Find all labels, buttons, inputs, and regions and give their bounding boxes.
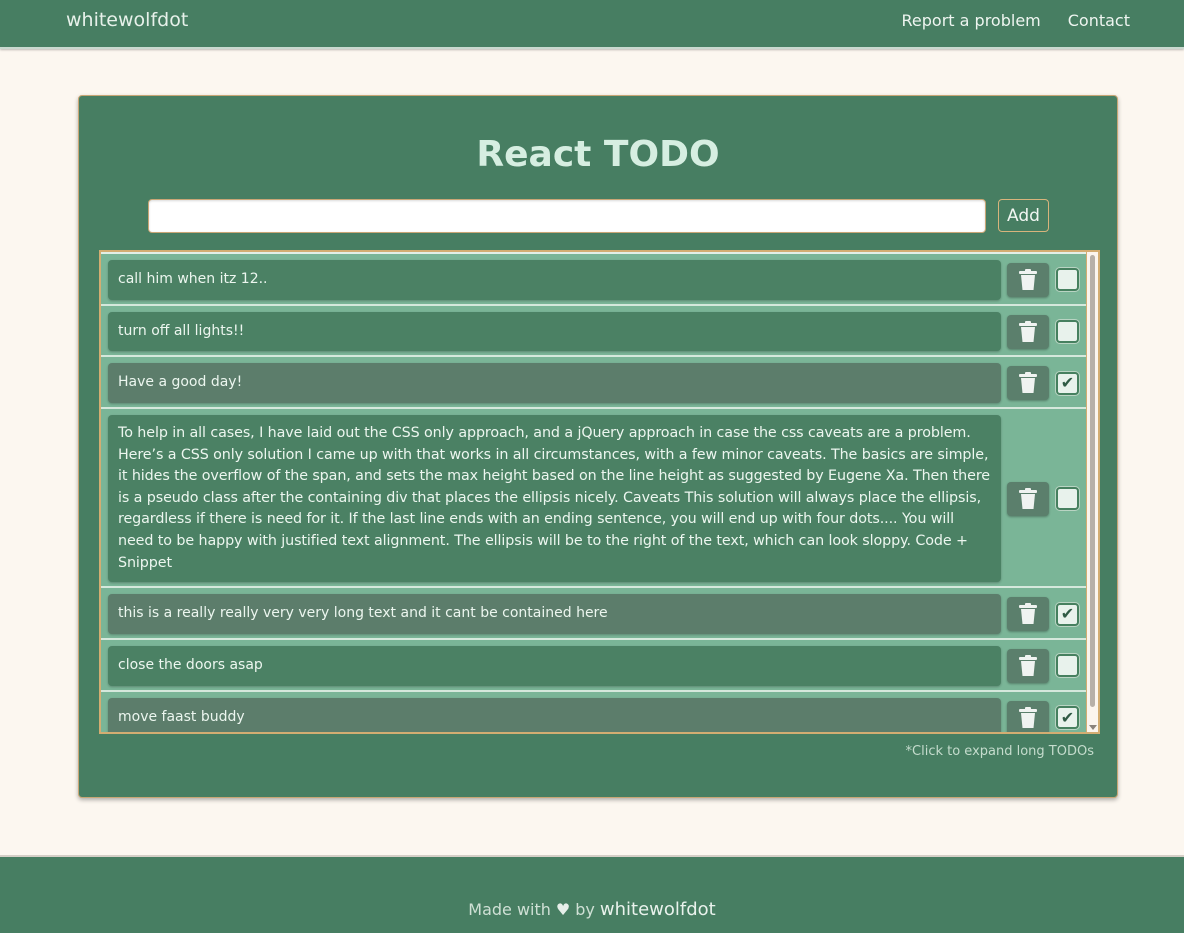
contact-link[interactable]: Contact (1068, 11, 1130, 30)
footer-credit: Made with ♥ by whitewolfdot (0, 899, 1184, 920)
expand-hint: *Click to expand long TODOs (905, 744, 1094, 759)
todo-text[interactable]: close the doors asap (108, 645, 1001, 686)
todo-item: Have a good day! ✔ (101, 355, 1086, 407)
navbar: whitewolfdot Report a problem Contact (0, 0, 1184, 49)
todo-done-checkbox[interactable] (1056, 654, 1079, 678)
add-button[interactable]: Add (998, 199, 1049, 232)
footer: Made with ♥ by whitewolfdot (0, 855, 1184, 933)
delete-todo-button[interactable] (1007, 314, 1049, 349)
todo-text[interactable]: this is a really really very very long t… (108, 594, 1001, 634)
trash-icon (1018, 320, 1038, 343)
todo-done-checkbox[interactable]: ✔ (1056, 371, 1079, 395)
todo-item: move faast buddy ✔ (101, 689, 1086, 732)
checkmark-icon: ✔ (1060, 373, 1075, 393)
delete-todo-button[interactable] (1007, 481, 1049, 516)
scrollbar-thumb[interactable] (1090, 255, 1095, 707)
todo-item: turn off all lights!! (101, 303, 1086, 356)
todo-text[interactable]: turn off all lights!! (108, 311, 1001, 352)
todo-card: React TODO Add call him when itz 12.. tur… (78, 95, 1118, 798)
todo-text[interactable]: move faast buddy (108, 697, 1001, 732)
todo-text[interactable]: To help in all cases, I have laid out th… (108, 415, 1001, 583)
list-scrollbar[interactable] (1086, 252, 1098, 732)
heart-icon: ♥ (555, 900, 571, 919)
trash-icon (1018, 654, 1038, 677)
todo-text[interactable]: call him when itz 12.. (108, 260, 1001, 300)
app-title: React TODO (476, 134, 720, 175)
trash-icon (1018, 372, 1038, 394)
delete-todo-button[interactable] (1007, 700, 1049, 732)
delete-todo-button[interactable] (1007, 597, 1049, 632)
todo-done-checkbox[interactable] (1056, 487, 1079, 511)
checkmark-icon: ✔ (1060, 604, 1075, 624)
trash-icon (1018, 487, 1038, 510)
todo-done-checkbox[interactable]: ✔ (1056, 706, 1079, 730)
scroll-down-arrow-icon[interactable] (1089, 725, 1097, 730)
trash-icon (1018, 603, 1038, 625)
delete-todo-button[interactable] (1007, 262, 1049, 297)
nav-links: Report a problem Contact (902, 11, 1130, 30)
report-problem-link[interactable]: Report a problem (902, 11, 1041, 30)
todo-item: this is a really really very very long t… (101, 586, 1086, 638)
delete-todo-button[interactable] (1007, 648, 1049, 683)
trash-icon (1018, 268, 1038, 291)
todo-item: To help in all cases, I have laid out th… (101, 407, 1086, 586)
todo-list-items: call him when itz 12.. turn off all light… (101, 252, 1086, 732)
delete-todo-button[interactable] (1007, 366, 1049, 401)
new-todo-input[interactable] (148, 199, 986, 233)
checkmark-icon: ✔ (1060, 707, 1075, 727)
trash-icon (1018, 706, 1038, 729)
todo-done-checkbox[interactable] (1056, 268, 1079, 292)
footer-brand-link[interactable]: whitewolfdot (600, 899, 716, 920)
todo-list[interactable]: call him when itz 12.. turn off all light… (99, 250, 1100, 734)
todo-done-checkbox[interactable]: ✔ (1056, 602, 1079, 626)
todo-item: close the doors asap (101, 637, 1086, 690)
todo-text[interactable]: Have a good day! (108, 363, 1001, 404)
brand-link[interactable]: whitewolfdot (66, 9, 188, 31)
todo-item: call him when itz 12.. (101, 252, 1086, 304)
made-with-text: Made with (468, 900, 551, 919)
by-text: by (575, 900, 595, 919)
todo-done-checkbox[interactable] (1056, 320, 1079, 344)
